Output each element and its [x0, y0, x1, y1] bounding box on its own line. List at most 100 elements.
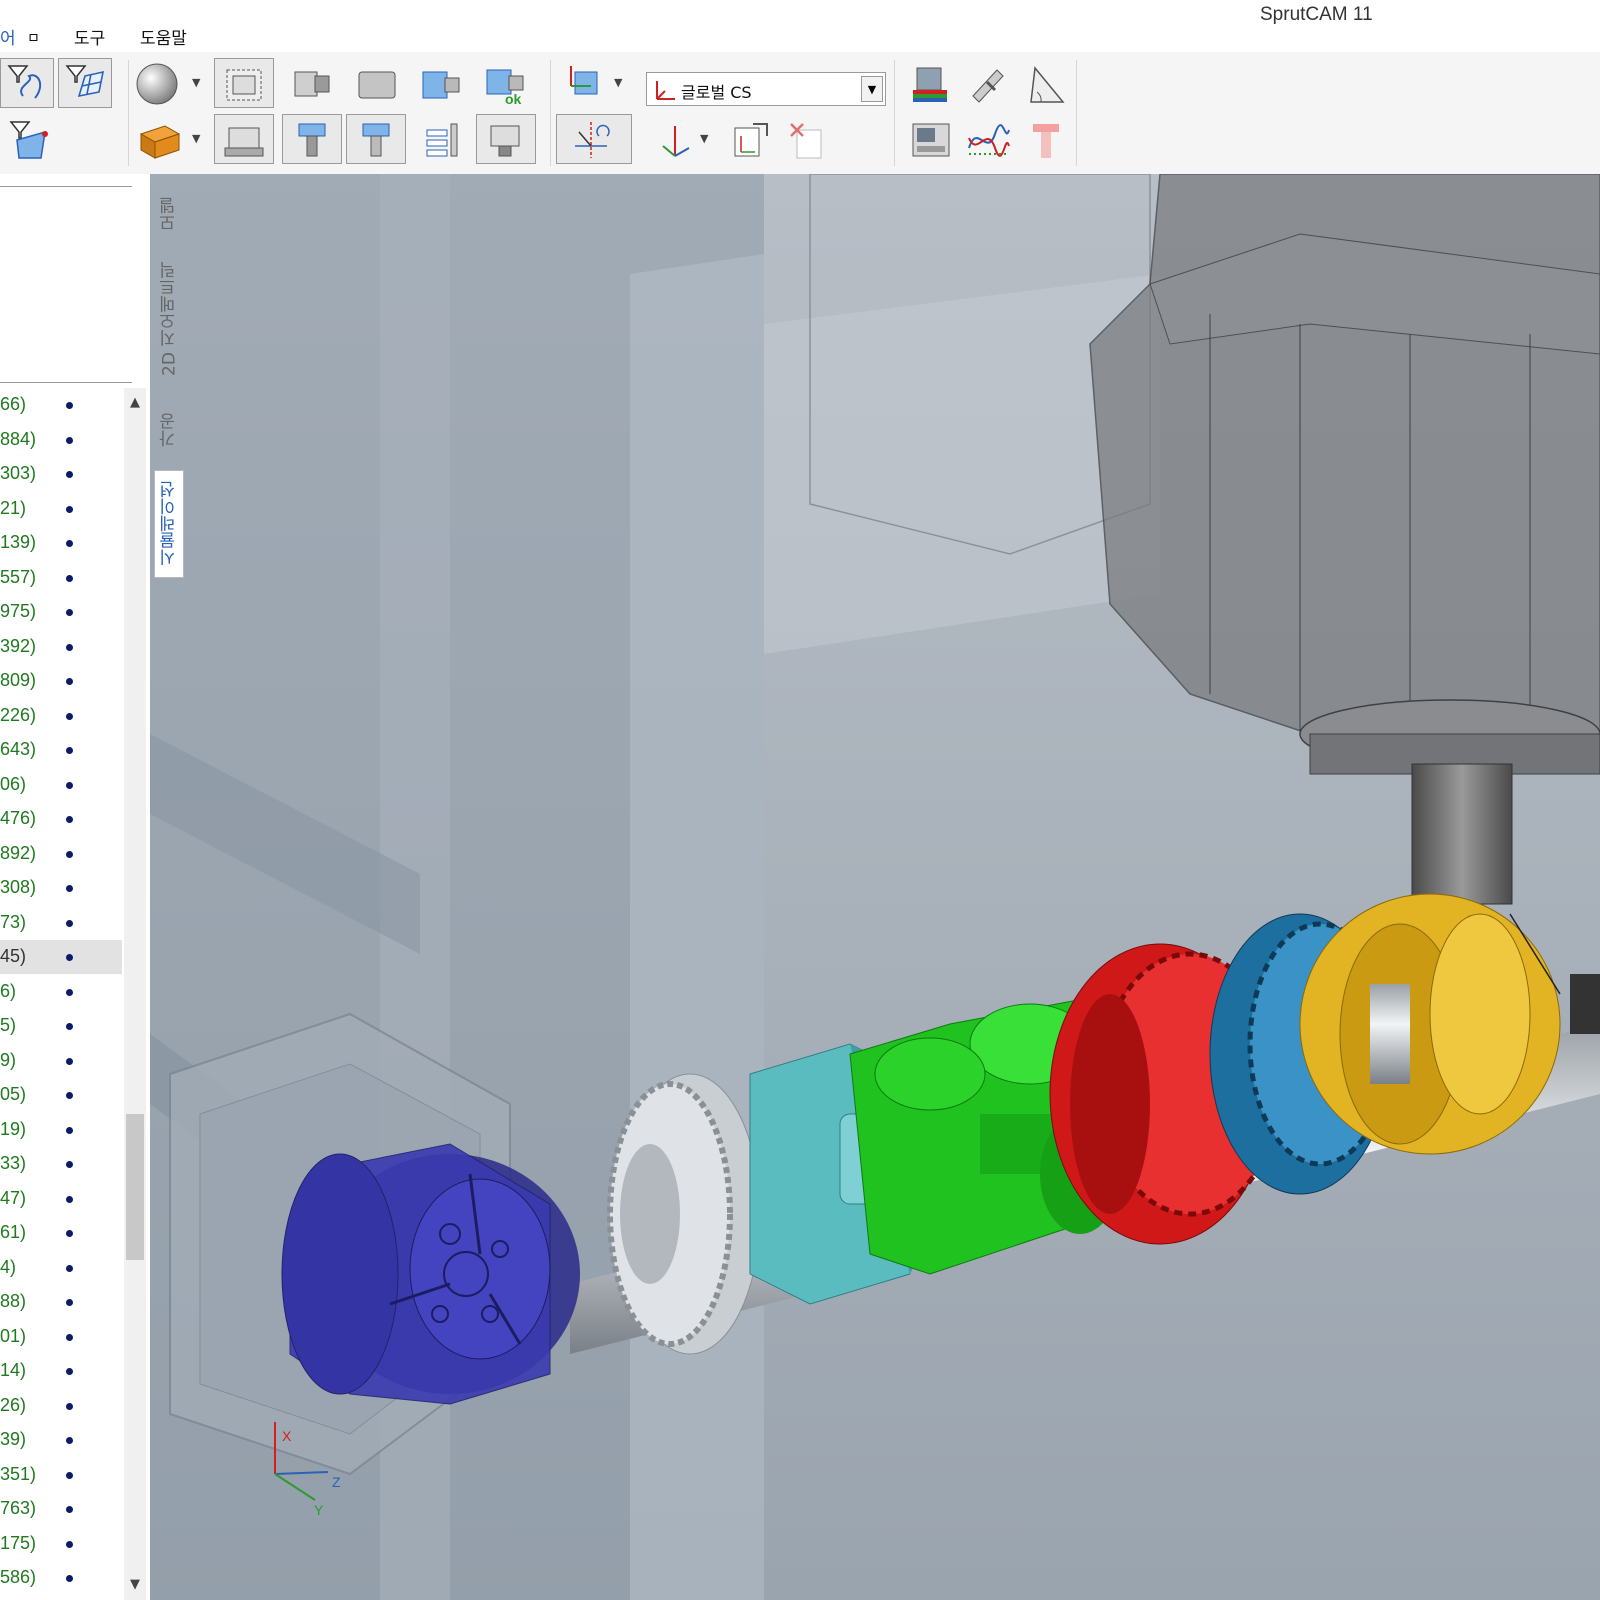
tool-shape-button[interactable] — [1018, 114, 1074, 164]
operation-list-item[interactable]: 9) — [0, 1044, 122, 1078]
tab-machining[interactable]: 가공 — [154, 402, 184, 458]
chevron-down-icon[interactable]: ▼ — [861, 76, 883, 102]
menu-item-pin[interactable]: ㅁ — [27, 28, 40, 48]
operation-status-icon — [66, 1471, 73, 1479]
operation-list-item[interactable]: 39) — [0, 1423, 122, 1457]
operation-list-item[interactable]: 88) — [0, 1285, 122, 1319]
operation-list-item[interactable]: 19) — [0, 1113, 122, 1147]
coordinate-system-select[interactable]: 글로벌 CS ▼ — [646, 72, 886, 106]
machine-panel-button[interactable] — [902, 114, 958, 164]
operation-list-item[interactable]: 586) — [0, 1561, 122, 1595]
angle-measure-button[interactable] — [1018, 58, 1074, 108]
operation-list-item[interactable]: 45) — [0, 940, 122, 974]
menu-item-help[interactable]: 도움말 — [140, 24, 187, 49]
operation-list-item[interactable]: 975) — [0, 595, 122, 629]
machine-setup-button[interactable] — [476, 114, 536, 164]
operation-list-item[interactable]: 139) — [0, 526, 122, 560]
operation-list-item[interactable]: 14) — [0, 1354, 122, 1388]
operation-list-item[interactable]: 476) — [0, 802, 122, 836]
operation-list-item[interactable]: 6) — [0, 975, 122, 1009]
operation-list-scrollbar[interactable]: ▲ ▼ — [124, 388, 146, 1600]
spindle-button[interactable] — [282, 114, 342, 164]
stock-button[interactable] — [348, 58, 404, 108]
operation-list-item[interactable]: 884) — [0, 423, 122, 457]
angle-measure-icon — [1030, 66, 1065, 103]
operation-list-item[interactable]: 226) — [0, 699, 122, 733]
operation-list-item[interactable]: 21) — [0, 492, 122, 526]
part-button[interactable] — [214, 58, 274, 108]
tool-holder-icon — [422, 71, 460, 99]
operation-list-item[interactable]: 47) — [0, 1182, 122, 1216]
operation-status-icon — [66, 1506, 73, 1513]
operation-label: 139) — [0, 532, 37, 552]
tool-ok-icon: ok — [486, 69, 524, 106]
scroll-thumb[interactable] — [126, 1114, 144, 1260]
cs-button[interactable] — [556, 58, 612, 108]
filter-face-button[interactable] — [0, 114, 54, 164]
operation-list-item[interactable]: 557) — [0, 561, 122, 595]
export-button[interactable] — [722, 114, 778, 164]
menu-item-view[interactable]: 어 — [0, 24, 16, 49]
color-scale-button[interactable] — [902, 58, 958, 108]
tool-ok-button[interactable]: ok — [476, 58, 532, 108]
scroll-up-icon[interactable]: ▲ — [124, 388, 146, 418]
fixture-button[interactable] — [284, 58, 340, 108]
operation-list-item[interactable]: 33) — [0, 1147, 122, 1181]
operation-list-button[interactable] — [414, 114, 470, 164]
machine-view-button[interactable] — [214, 114, 274, 164]
tool-button[interactable] — [346, 114, 406, 164]
operation-list-item[interactable]: 26) — [0, 1389, 122, 1423]
graph-button[interactable] — [960, 114, 1016, 164]
operation-label: 175) — [0, 1532, 37, 1553]
menu-item-tools[interactable]: 도구 — [74, 24, 105, 49]
cs-dropdown-arrow[interactable]: ▼ — [614, 76, 628, 90]
operation-status-icon — [66, 1437, 73, 1444]
operation-status-icon — [66, 1230, 73, 1237]
operation-label: 643) — [0, 739, 37, 759]
tool-holder-button[interactable] — [412, 58, 468, 108]
filter-surface-button[interactable] — [58, 58, 112, 108]
operation-list-item[interactable]: 01) — [0, 1320, 122, 1354]
operation-list-item[interactable]: 4) — [0, 1251, 122, 1285]
operation-list-item[interactable]: 175) — [0, 1527, 122, 1561]
operation-list-item[interactable]: 308) — [0, 871, 122, 905]
toolbar-separator — [894, 60, 895, 166]
sphere-icon — [136, 63, 178, 105]
operation-list-item[interactable]: 303) — [0, 457, 122, 491]
delete-cs-button[interactable] — [780, 114, 836, 164]
operation-list-item[interactable]: 763) — [0, 1492, 122, 1526]
operation-list-item[interactable]: 809) — [0, 664, 122, 698]
tab-simulation[interactable]: 시뮬레이션 — [154, 470, 184, 578]
operation-list-item[interactable]: 392) — [0, 630, 122, 664]
tab-2d-geometry[interactable]: 2D 지오메트릭 — [154, 254, 184, 384]
vertical-tab-strip: 모델 2D 지오메트릭 가공 시뮬레이션 — [150, 174, 190, 1600]
axis-button[interactable] — [650, 114, 706, 164]
operation-list-item[interactable]: 643) — [0, 733, 122, 767]
filter-curve-button[interactable] — [0, 58, 54, 108]
sphere-button[interactable] — [130, 58, 186, 108]
operation-list-item[interactable]: 351) — [0, 1458, 122, 1492]
workpiece-button[interactable] — [130, 114, 186, 164]
operation-list-item[interactable]: 66) — [0, 388, 122, 422]
section-view-button[interactable] — [556, 114, 632, 164]
operation-status-icon — [66, 816, 73, 823]
3d-viewport[interactable]: X Z Y — [150, 174, 1600, 1600]
operation-list-item[interactable]: 05) — [0, 1078, 122, 1112]
scroll-down-icon[interactable]: ▼ — [124, 1570, 146, 1600]
axis-dropdown-arrow[interactable]: ▼ — [700, 132, 714, 146]
tab-model[interactable]: 모델 — [154, 188, 184, 240]
operation-list-item[interactable]: 892) — [0, 837, 122, 871]
operation-list-item[interactable]: 5) — [0, 1009, 122, 1043]
sphere-dropdown-arrow[interactable]: ▼ — [192, 76, 206, 90]
caliper-button[interactable] — [960, 58, 1016, 108]
machine-scene — [150, 174, 1600, 1600]
machine-panel-icon — [912, 123, 950, 157]
operation-list-item[interactable]: 61) — [0, 1216, 122, 1250]
operation-status-icon — [66, 1540, 73, 1548]
operation-list-item[interactable]: 73) — [0, 906, 122, 940]
app-title: SprutCAM 11 — [1260, 4, 1373, 25]
operation-list-item[interactable]: 06) — [0, 768, 122, 802]
workpiece-dropdown-arrow[interactable]: ▼ — [192, 132, 206, 146]
operation-status-icon — [66, 712, 73, 720]
spur-gear — [607, 1073, 761, 1355]
